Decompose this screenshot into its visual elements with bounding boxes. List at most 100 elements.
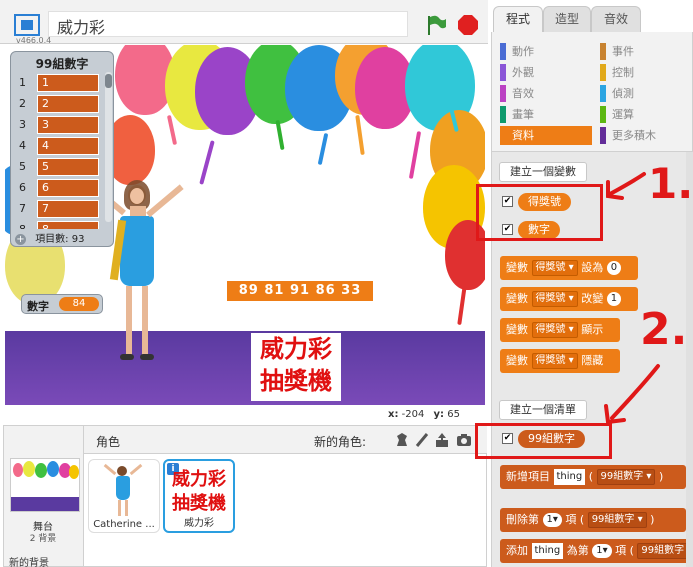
fullscreen-icon[interactable] — [14, 14, 40, 36]
variable-monitor[interactable]: 數字 84 — [21, 294, 103, 314]
value-input[interactable]: 1 — [606, 292, 622, 306]
category-control[interactable]: 控制 — [600, 63, 692, 82]
streamer — [457, 284, 467, 326]
category-label: 動作 — [512, 45, 534, 58]
category-label: 資料 — [512, 129, 534, 142]
streamer — [408, 131, 422, 179]
list-row-value[interactable]: 3 — [37, 116, 99, 134]
list-scroll-thumb[interactable] — [105, 74, 112, 88]
variable-monitor-value: 84 — [59, 297, 99, 311]
change-variable-block[interactable]: 變數 得獎號 ▾ 改變 1 — [500, 287, 638, 311]
paint-brush-icon[interactable] — [414, 432, 430, 448]
list-row-value[interactable]: 4 — [37, 137, 99, 155]
list-row-index: 1 — [19, 76, 26, 89]
annotation-arrow-2 — [604, 364, 660, 425]
list-footer: + 項目數: 93 — [15, 230, 111, 245]
insert-into-list-block[interactable]: 添加 thing 為第 1▾ 項 ( 99組數字 — [500, 539, 693, 563]
list-row-index: 4 — [19, 139, 26, 152]
stop-icon[interactable] — [457, 14, 479, 36]
category-more-blocks[interactable]: 更多積木 — [600, 126, 692, 145]
category-operators[interactable]: 運算 — [600, 105, 692, 124]
list-row-index: 3 — [19, 118, 26, 131]
variable-dropdown[interactable]: 得獎號 ▾ — [531, 291, 578, 307]
list-dropdown[interactable]: 99組數字 ▾ — [596, 469, 656, 485]
tab-costumes[interactable]: 造型 — [543, 6, 591, 32]
block-text: 項 ( — [565, 513, 585, 526]
list-row-index: 2 — [19, 97, 26, 110]
list-row-value[interactable]: 8 — [37, 221, 99, 229]
camera-icon[interactable] — [456, 432, 472, 448]
category-motion[interactable]: 動作 — [500, 42, 592, 61]
stage[interactable]: 99組數字 11 22 33 44 55 66 77 88 + 項目數: 93 … — [5, 45, 485, 405]
add-to-list-block[interactable]: 新增項目 thing ( 99組數字 ▾ ) — [500, 465, 686, 489]
annotation-label-2: 2. — [640, 304, 688, 355]
list-row-value[interactable]: 2 — [37, 95, 99, 113]
annotation-label-1: 1. — [648, 159, 693, 208]
thing-input[interactable]: thing — [531, 543, 564, 559]
category-events[interactable]: 事件 — [600, 42, 692, 61]
block-text: 變數 — [506, 261, 528, 274]
list-row-value[interactable]: 7 — [37, 200, 99, 218]
list-dropdown[interactable]: 99組數字 ▾ — [587, 512, 647, 528]
variable-monitor-label: 數字 — [27, 300, 49, 313]
delete-from-list-block[interactable]: 刪除第 1▾ 項 ( 99組數字 ▾ ) — [500, 508, 686, 532]
streamer — [275, 119, 285, 151]
list-row-index: 8 — [19, 223, 26, 229]
x-label: x: — [388, 409, 399, 420]
list-row: 44 — [15, 137, 103, 155]
block-text: ) — [650, 513, 655, 526]
list-row: 55 — [15, 158, 103, 176]
stage-backdrop-count: 2 背景 — [29, 534, 57, 544]
variable-dropdown[interactable]: 得獎號 ▾ — [531, 260, 578, 276]
make-variable-button[interactable]: 建立一個變數 — [499, 162, 587, 182]
category-label: 更多積木 — [612, 129, 656, 142]
annotation-box-variables — [476, 184, 603, 241]
list-row-index: 6 — [19, 181, 26, 194]
variable-dropdown[interactable]: 得獎號 ▾ — [531, 322, 578, 338]
list-scrollbar[interactable] — [105, 72, 112, 222]
upload-icon[interactable] — [434, 432, 450, 448]
thing-input[interactable]: thing — [553, 469, 586, 485]
set-variable-block[interactable]: 變數 得獎號 ▾ 設為 0 — [500, 256, 638, 280]
block-text: 添加 — [506, 544, 528, 557]
category-data[interactable]: 資料 — [500, 126, 592, 145]
category-sound[interactable]: 音效 — [500, 84, 592, 103]
sprite-tile-lottery[interactable]: i 威力彩 抽獎機 威力彩 — [163, 459, 235, 533]
sprites-title: 角色 — [96, 435, 121, 449]
list-monitor-title: 99組數字 — [35, 57, 89, 71]
list-row-value[interactable]: 5 — [37, 158, 99, 176]
list-row-value[interactable]: 1 — [37, 74, 99, 92]
block-text: 改變 — [581, 292, 604, 305]
tab-scripts[interactable]: 程式 — [493, 6, 543, 32]
make-list-button[interactable]: 建立一個清單 — [499, 400, 587, 420]
category-looks[interactable]: 外觀 — [500, 63, 592, 82]
block-categories: 動作 外觀 音效 畫筆 資料 事件 控制 偵測 運算 更多積木 — [491, 32, 693, 152]
tab-sounds[interactable]: 音效 — [591, 6, 641, 32]
category-label: 運算 — [612, 108, 634, 121]
show-variable-block[interactable]: 變數 得獎號 ▾ 顯示 — [500, 318, 620, 342]
list-dropdown[interactable]: 99組數字 — [637, 543, 689, 559]
sprite-thumb-line-2: 抽獎機 — [172, 493, 226, 514]
list-row-value[interactable]: 6 — [37, 179, 99, 197]
sprite-library-icon[interactable] — [394, 432, 410, 448]
category-pen[interactable]: 畫筆 — [500, 105, 592, 124]
sprite-tile-catherine[interactable]: Catherine ... — [88, 459, 160, 533]
index-dropdown[interactable]: 1▾ — [592, 544, 612, 558]
stage-thumbnail[interactable] — [10, 458, 80, 512]
sprite-pane: 舞台 2 背景 新的背景 角色 新的角色: Catherine ... i 威力… — [3, 425, 487, 567]
category-sensing[interactable]: 偵測 — [600, 84, 692, 103]
list-monitor[interactable]: 99組數字 11 22 33 44 55 66 77 88 + 項目數: 93 — [10, 51, 114, 247]
lottery-sign-sprite[interactable]: 威力彩 抽獎機 — [251, 333, 341, 401]
stage-floor — [5, 331, 485, 405]
y-label: y: — [433, 409, 445, 420]
variable-dropdown[interactable]: 得獎號 ▾ — [531, 353, 578, 369]
sprite-header: 角色 新的角色: — [84, 426, 487, 454]
new-backdrop-label: 新的背景 — [9, 558, 49, 567]
value-input[interactable]: 0 — [606, 261, 622, 275]
green-flag-icon[interactable] — [425, 14, 447, 36]
category-label: 偵測 — [612, 87, 634, 100]
stage-column[interactable]: 舞台 2 背景 新的背景 — [4, 426, 84, 567]
add-item-icon[interactable]: + — [15, 234, 26, 245]
project-title-input[interactable]: 威力彩 — [48, 11, 408, 37]
index-dropdown[interactable]: 1▾ — [542, 513, 562, 527]
